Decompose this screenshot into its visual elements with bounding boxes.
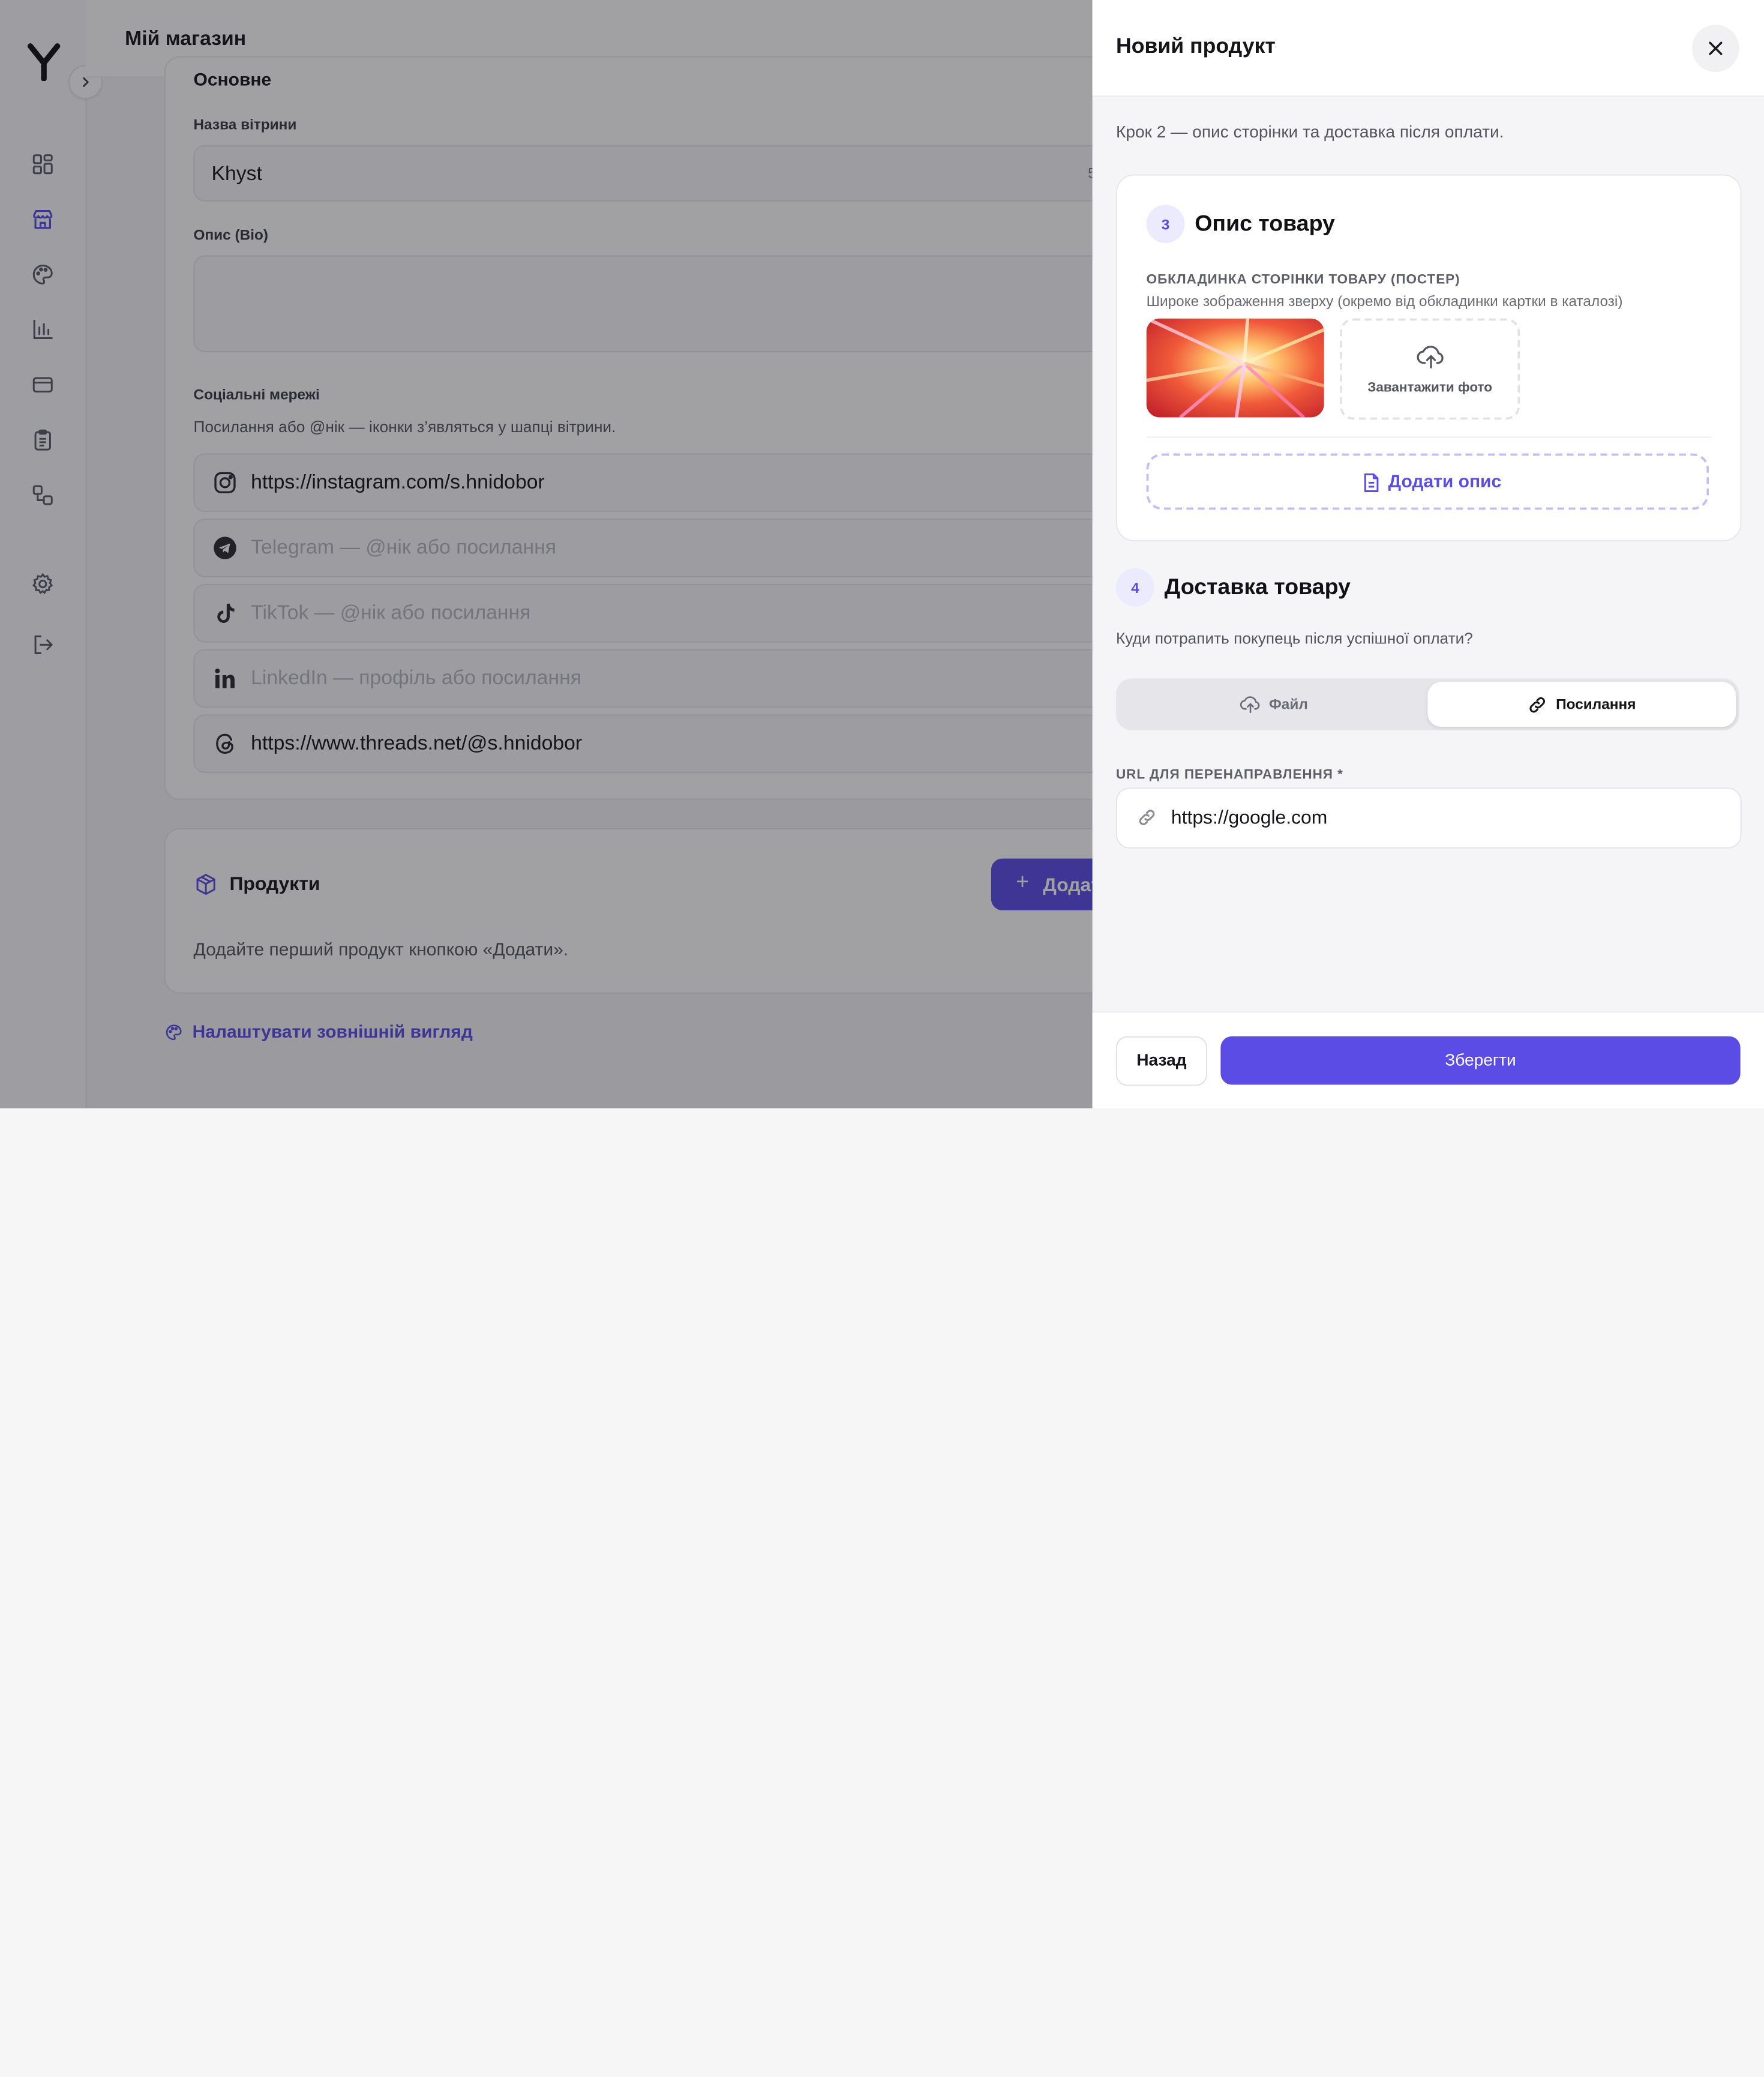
close-icon — [1706, 40, 1724, 58]
option-file-label: Файл — [1269, 696, 1308, 712]
drawer-footer: Назад Зберегти — [1093, 1012, 1764, 1108]
save-button-label: Зберегти — [1220, 1051, 1740, 1070]
upload-photo-label: Завантажити фото — [1342, 379, 1518, 395]
back-button[interactable]: Назад — [1116, 1036, 1207, 1086]
delivery-type-toggle: Файл Посилання — [1116, 679, 1739, 730]
close-button[interactable] — [1692, 25, 1739, 72]
link-icon — [1138, 808, 1157, 827]
cover-label: ОБКЛАДИНКА СТОРІНКИ ТОВАРУ (ПОСТЕР) — [1147, 271, 1460, 287]
redirect-url-label: URL ДЛЯ ПЕРЕНАПРАВЛЕННЯ * — [1116, 766, 1343, 782]
link-icon — [1528, 696, 1547, 715]
step-caption: Крок 2 — опис сторінки та доставка після… — [1116, 122, 1504, 142]
divider — [1147, 437, 1711, 438]
drawer-title: Новий продукт — [1116, 35, 1276, 59]
redirect-url-value: https://google.com — [1171, 807, 1327, 829]
cover-image — [1147, 319, 1324, 418]
product-description-card: 3 Опис товару ОБКЛАДИНКА СТОРІНКИ ТОВАРУ… — [1116, 175, 1742, 541]
option-link[interactable]: Посилання — [1427, 682, 1736, 727]
cover-image-thumbnail[interactable] — [1147, 319, 1324, 418]
save-button[interactable]: Зберегти — [1220, 1036, 1740, 1085]
cover-hint: Широке зображення зверху (окремо від обк… — [1147, 293, 1623, 310]
drawer-header: Новий продукт — [1093, 0, 1764, 97]
cloud-upload-icon — [1240, 694, 1261, 715]
step-badge-3: 3 — [1147, 205, 1185, 243]
add-description-label: Додати опис — [1388, 473, 1501, 493]
step-badge-4: 4 — [1116, 568, 1154, 607]
add-description-button[interactable]: Додати опис — [1147, 454, 1709, 510]
option-file[interactable]: Файл — [1116, 679, 1427, 730]
document-icon — [1363, 473, 1381, 493]
description-section-title: Опис товару — [1195, 212, 1335, 238]
redirect-url-input[interactable]: https://google.com — [1116, 788, 1742, 849]
cloud-upload-icon — [1417, 343, 1446, 370]
back-button-label: Назад — [1117, 1051, 1206, 1070]
new-product-drawer: Новий продукт Крок 2 — опис сторінки та … — [1093, 0, 1764, 1108]
delivery-section-title: Доставка товару — [1165, 575, 1351, 601]
upload-photo-button[interactable]: Завантажити фото — [1340, 319, 1520, 420]
option-link-label: Посилання — [1556, 696, 1636, 712]
delivery-question: Куди потрапить покупець після успішної о… — [1116, 629, 1473, 647]
